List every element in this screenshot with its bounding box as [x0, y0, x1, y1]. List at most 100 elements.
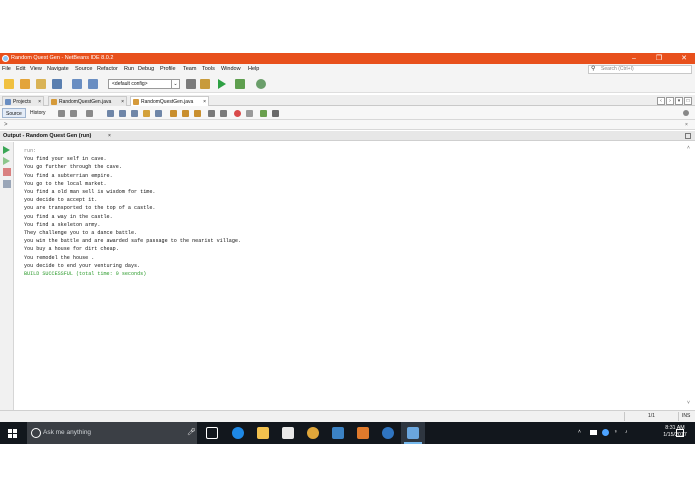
config-dropdown[interactable]: <default config> ⌄: [108, 79, 180, 89]
comment-icon[interactable]: [260, 110, 267, 117]
taskbar-clock[interactable]: 8:31 AM 1/15/2017: [660, 425, 690, 439]
run-icon[interactable]: [218, 79, 226, 89]
app-icon: [382, 427, 394, 439]
last-edit-icon[interactable]: [58, 110, 65, 117]
tab-navigation: ‹ › ▾ □: [656, 96, 692, 105]
back-icon[interactable]: [70, 110, 77, 117]
menu-tools[interactable]: Tools: [202, 64, 215, 75]
microphone-icon[interactable]: 🎤︎: [187, 422, 196, 444]
profile-icon[interactable]: [256, 79, 266, 89]
toggle-rect-selection-icon[interactable]: [155, 110, 162, 117]
tab-scroll-left-icon[interactable]: ‹: [657, 97, 665, 105]
output-console[interactable]: run: You find your self in cave. You go …: [15, 142, 682, 410]
menu-view[interactable]: View: [30, 64, 42, 75]
taskbar-java[interactable]: [351, 422, 375, 444]
output-minimize-icon[interactable]: [685, 133, 691, 139]
windows-start-icon[interactable]: [8, 429, 17, 438]
tab-file-2[interactable]: RandomQuestGen.java ×: [130, 96, 209, 106]
tab-list-icon[interactable]: ▾: [675, 97, 683, 105]
next-bookmark-icon[interactable]: [182, 110, 189, 117]
task-view-button[interactable]: [200, 422, 224, 444]
menu-team[interactable]: Team: [183, 64, 196, 75]
maximize-editor-icon[interactable]: □: [684, 97, 692, 105]
editor-toolbar: Source History: [0, 106, 695, 120]
tab-file-1-label: RandomQuestGen.java: [59, 99, 112, 105]
battery-icon[interactable]: [590, 430, 597, 435]
menu-file[interactable]: File: [2, 64, 11, 75]
taskbar-explorer[interactable]: [251, 422, 275, 444]
taskbar-app-7[interactable]: [376, 422, 400, 444]
settings-icon[interactable]: [3, 180, 11, 188]
tray-overflow-icon[interactable]: ˄: [578, 429, 581, 435]
scroll-down-icon[interactable]: ˅: [682, 400, 695, 406]
undo-icon[interactable]: [72, 79, 82, 89]
tab-scroll-right-icon[interactable]: ›: [666, 97, 674, 105]
close-button[interactable]: ✕: [675, 53, 693, 64]
minimize-button[interactable]: –: [625, 53, 643, 64]
chevron-down-icon: ⌄: [171, 80, 179, 88]
scroll-up-icon[interactable]: ˄: [682, 145, 695, 151]
wifi-icon[interactable]: ♆: [614, 429, 618, 435]
cortana-search-box[interactable]: Ask me anything 🎤︎: [27, 422, 197, 444]
breadcrumb-arrow[interactable]: >: [4, 120, 8, 130]
editor-options-icon[interactable]: [683, 110, 689, 116]
notification-icon[interactable]: [676, 429, 684, 437]
tab-projects[interactable]: Projects ×: [2, 96, 44, 106]
rerun-icon[interactable]: [3, 146, 10, 154]
menu-help[interactable]: Help: [248, 64, 259, 75]
menu-run[interactable]: Run: [124, 64, 134, 75]
stop-macro-icon[interactable]: [246, 110, 253, 117]
tab-source[interactable]: Source: [2, 108, 26, 118]
previous-bookmark-icon[interactable]: [170, 110, 177, 117]
maximize-button[interactable]: ❐: [650, 53, 668, 64]
java-file-icon: [51, 99, 57, 105]
netbeans-icon: [407, 427, 419, 439]
menu-window[interactable]: Window: [221, 64, 241, 75]
network-icon[interactable]: [602, 429, 609, 436]
save-all-icon[interactable]: [52, 79, 62, 89]
ide-search-input[interactable]: ⚲ Search (Ctrl+I): [588, 65, 692, 74]
new-file-icon[interactable]: [4, 79, 14, 89]
forward-icon[interactable]: [86, 110, 93, 117]
uncomment-icon[interactable]: [272, 110, 279, 117]
taskbar-store[interactable]: [276, 422, 300, 444]
volume-icon[interactable]: ♪: [625, 429, 628, 435]
menu-debug[interactable]: Debug: [138, 64, 154, 75]
redo-icon[interactable]: [88, 79, 98, 89]
menu-bar: File Edit View Navigate Source Refactor …: [0, 64, 695, 75]
tab-history[interactable]: History: [27, 108, 49, 118]
output-title[interactable]: Output - Random Quest Gen (run): [3, 131, 91, 141]
debug-icon[interactable]: [235, 79, 245, 89]
file-explorer-icon: [257, 427, 269, 439]
start-macro-icon[interactable]: [234, 110, 241, 117]
build-hammer-icon[interactable]: [186, 79, 196, 89]
open-project-icon[interactable]: [36, 79, 46, 89]
rerun-with-options-icon[interactable]: [3, 157, 10, 165]
taskbar-netbeans[interactable]: [401, 422, 425, 444]
menu-source[interactable]: Source: [75, 64, 92, 75]
toggle-highlight-icon[interactable]: [143, 110, 150, 117]
output-close-icon[interactable]: ×: [108, 131, 111, 141]
stop-icon[interactable]: [3, 168, 11, 176]
taskbar-app-5[interactable]: [326, 422, 350, 444]
taskbar-edge[interactable]: [226, 422, 250, 444]
menu-refactor[interactable]: Refactor: [97, 64, 118, 75]
close-breadcrumb-icon[interactable]: ×: [685, 120, 688, 130]
toggle-bookmark-icon[interactable]: [194, 110, 201, 117]
menu-navigate[interactable]: Navigate: [47, 64, 69, 75]
find-previous-icon[interactable]: [119, 110, 126, 117]
clean-build-icon[interactable]: [200, 79, 210, 89]
shift-left-icon[interactable]: [208, 110, 215, 117]
menu-profile[interactable]: Profile: [160, 64, 176, 75]
java-file-icon: [133, 99, 139, 105]
taskbar-chrome[interactable]: [301, 422, 325, 444]
find-icon[interactable]: [107, 110, 114, 117]
status-bar: 1/1 INS: [0, 410, 695, 422]
shift-right-icon[interactable]: [220, 110, 227, 117]
output-scrollbar[interactable]: ˄ ˅: [682, 142, 695, 410]
main-toolbar: <default config> ⌄: [0, 75, 695, 93]
menu-edit[interactable]: Edit: [16, 64, 25, 75]
new-project-icon[interactable]: [20, 79, 30, 89]
find-next-icon[interactable]: [131, 110, 138, 117]
tab-file-1[interactable]: RandomQuestGen.java ×: [48, 96, 127, 106]
